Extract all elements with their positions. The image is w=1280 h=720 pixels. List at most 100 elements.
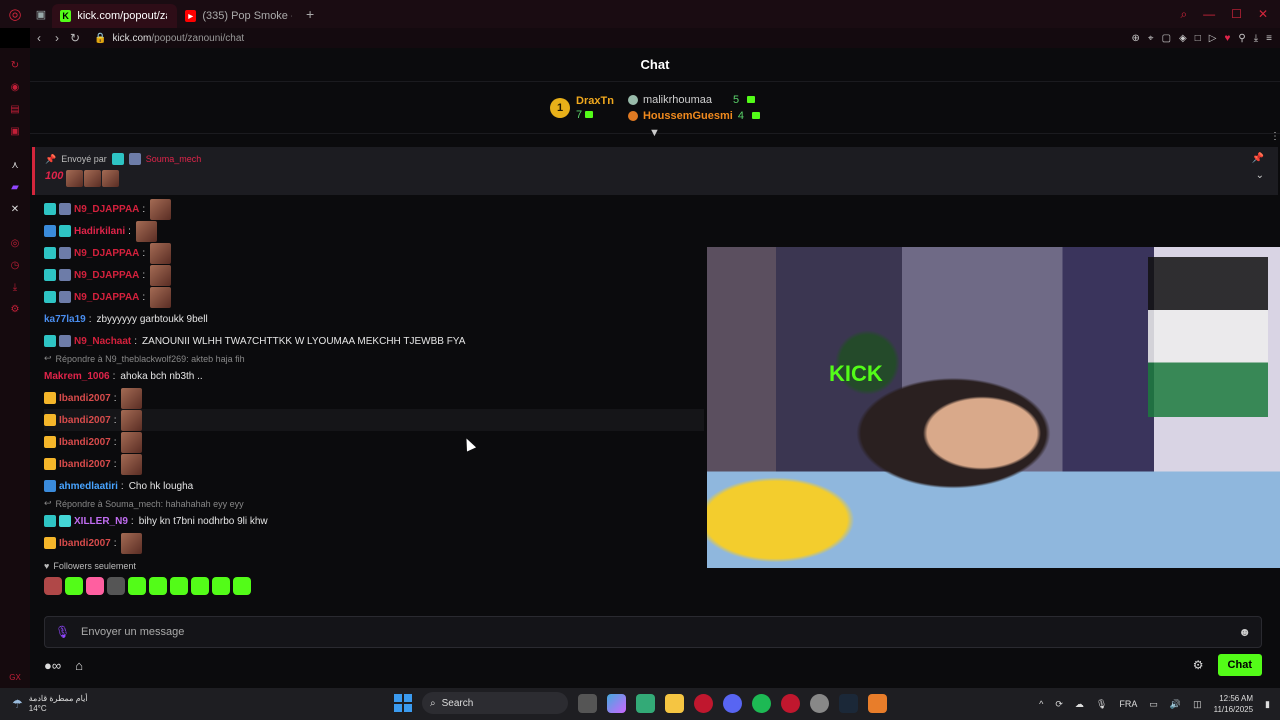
chat-username[interactable]: N9_DJAPPAA [74, 204, 139, 215]
opera-gx-icon[interactable] [694, 693, 713, 713]
chat-username[interactable]: N9_DJAPPAA [74, 292, 139, 303]
leaderboard-first[interactable]: 1 DraxTn 7 [550, 95, 614, 121]
sidebar-settings-icon[interactable]: ⚙ [7, 301, 23, 317]
mic-tray-icon[interactable]: 🎙 [1096, 699, 1107, 710]
battery-icon[interactable]: ◫ [1193, 699, 1202, 710]
opera-logo-icon[interactable]: ◎ [0, 0, 30, 28]
opera-icon[interactable] [781, 693, 800, 713]
sidebar-kick-icon[interactable]: ⋏ [7, 157, 23, 173]
onedrive-icon[interactable]: ☁ [1075, 699, 1084, 710]
quick-emote-icon[interactable] [170, 577, 188, 595]
chat-username[interactable]: Ibandi2007 [59, 538, 111, 549]
chat-username[interactable]: XILLER_N9 [74, 516, 128, 527]
aorus-icon[interactable] [868, 693, 887, 713]
sidebar-downloads-icon[interactable]: ⤓ [7, 279, 23, 295]
ubisoft-icon[interactable] [810, 693, 829, 713]
expand-pinned-icon[interactable]: ⌄ [1256, 170, 1264, 181]
play-icon[interactable]: ▷ [1209, 33, 1217, 44]
chat-username[interactable]: Makrem_1006 [44, 371, 110, 382]
send-chat-button[interactable]: Chat [1217, 654, 1262, 676]
sidebar-bot-icon[interactable]: ◉ [7, 79, 23, 95]
search-tabs-icon[interactable]: ⌕ [1180, 7, 1187, 22]
back-icon[interactable]: ‹ [30, 31, 48, 45]
store-icon[interactable]: ⌂ [75, 658, 83, 673]
quick-emote-icon[interactable] [65, 577, 83, 595]
download-icon[interactable]: ⤓ [1254, 33, 1258, 44]
chat-message[interactable]: N9_DJAPPAA: [44, 198, 704, 220]
minimize-icon[interactable]: — [1203, 7, 1215, 22]
heart-icon[interactable]: ♥ [1224, 33, 1230, 44]
sidebar-chat-icon[interactable]: ▤ [7, 101, 23, 117]
volume-icon[interactable]: 🔊 [1170, 699, 1181, 710]
chat-username[interactable]: N9_DJAPPAA [74, 270, 139, 281]
menu-icon[interactable]: ≡ [1266, 33, 1272, 44]
sidebar-player-icon[interactable]: ◎ [7, 235, 23, 251]
copilot-icon[interactable] [607, 693, 626, 713]
maximize-icon[interactable]: ☐ [1231, 7, 1242, 22]
file-explorer-icon[interactable] [665, 693, 684, 713]
weather-widget[interactable]: ☂ أيام ممطرة قادمة 14°C [0, 694, 200, 714]
leaderboard-third[interactable]: HoussemGuesmi 4 [627, 110, 760, 122]
chat-username[interactable]: Ibandi2007 [59, 459, 111, 470]
chat-message[interactable]: Ibandi2007: [44, 409, 704, 431]
spotify-icon[interactable] [752, 693, 771, 713]
sidebar-gx-icon[interactable]: GX [9, 673, 21, 682]
chat-username[interactable]: Ibandi2007 [59, 393, 111, 404]
network-icon[interactable]: ▭ [1149, 699, 1158, 710]
snapshot-icon[interactable]: ▢ [1162, 33, 1171, 44]
notifications-icon[interactable]: ▮ [1265, 699, 1270, 710]
clock[interactable]: 12:56 AM 11/16/2025 [1214, 693, 1253, 715]
quick-emote-icon[interactable] [212, 577, 230, 595]
chat-username[interactable]: N9_DJAPPAA [74, 248, 139, 259]
sidebar-history-icon[interactable]: ◷ [7, 257, 23, 273]
profile-icon[interactable]: ⚲ [1238, 33, 1245, 44]
sidebar-music-icon[interactable]: ▣ [7, 123, 23, 139]
task-view-icon[interactable] [578, 693, 597, 713]
forward-icon[interactable]: › [48, 31, 66, 45]
unpin-icon[interactable]: 📌 [1252, 153, 1264, 164]
url-field[interactable]: 🔒 kick.com/popout/zanouni/chat [94, 33, 244, 44]
new-tab-button[interactable]: + [306, 6, 314, 22]
reload-icon[interactable]: ↻ [66, 31, 84, 45]
chat-message[interactable]: N9_DJAPPAA: [44, 286, 704, 308]
store-app-icon[interactable] [636, 693, 655, 713]
discord-icon[interactable] [723, 693, 742, 713]
chat-message[interactable]: XILLER_N9: bihy kn t7bni nodhrbo 9li khw [44, 510, 704, 532]
more-options-icon[interactable]: ⋮ [1270, 131, 1280, 142]
tray-sync-icon[interactable]: ⟳ [1055, 699, 1063, 710]
quick-emote-icon[interactable] [191, 577, 209, 595]
chat-message[interactable]: Hadirkilani: [44, 220, 704, 242]
chat-message[interactable]: ahmedlaatiri: Cho hk lougha [44, 475, 704, 497]
quick-emote-icon[interactable] [86, 577, 104, 595]
chat-message[interactable]: Ibandi2007: [44, 387, 704, 409]
quick-emote-icon[interactable] [233, 577, 251, 595]
chat-message[interactable]: N9_DJAPPAA: [44, 242, 704, 264]
chat-username[interactable]: ka77la19 [44, 314, 86, 325]
chat-message[interactable]: Makrem_1006: ahoka bch nb3th .. [44, 365, 704, 387]
pinned-user[interactable]: Souma_mech [146, 154, 202, 164]
workspaces-icon[interactable]: ▣ [30, 8, 52, 21]
sidebar-twitch-icon[interactable]: ▰ [7, 179, 23, 195]
quick-emote-icon[interactable] [128, 577, 146, 595]
chat-message[interactable]: Ibandi2007: [44, 431, 704, 453]
shield-icon[interactable]: ◈ [1179, 33, 1187, 44]
tab-kick-chat[interactable]: K kick.com/popout/zanouni [52, 4, 177, 28]
chat-username[interactable]: Hadirkilani [74, 226, 125, 237]
quick-emote-icon[interactable] [107, 577, 125, 595]
chat-username[interactable]: ahmedlaatiri [59, 481, 118, 492]
taskbar-search[interactable]: ⌕ Search [422, 692, 568, 714]
chat-message[interactable]: N9_Nachaat: ZANOUNII WLHH TWA7CHTTKK W LY… [44, 330, 704, 352]
chat-settings-icon[interactable]: ⚙ [1193, 658, 1204, 672]
steam-icon[interactable] [839, 693, 858, 713]
quick-emote-icon[interactable] [149, 577, 167, 595]
chat-username[interactable]: Ibandi2007 [59, 437, 111, 448]
chat-message[interactable]: N9_DJAPPAA: [44, 264, 704, 286]
chat-message[interactable]: Ibandi2007: [44, 532, 704, 554]
leaderboard-second[interactable]: malikrhoumaa 5 [627, 94, 760, 106]
collapse-leaderboard-icon[interactable]: ▼ [649, 127, 660, 139]
mic-icon[interactable]: 🎙 [55, 625, 71, 639]
reply-reference[interactable]: ↩ Répondre à Souma_mech: hahahahah eyy ey… [44, 497, 704, 510]
reply-reference[interactable]: ↩ Répondre à N9_theblackwolf269: akteb ha… [44, 352, 704, 365]
pin-icon[interactable]: ⌖ [1148, 33, 1154, 44]
windows-start-icon[interactable] [394, 694, 412, 712]
